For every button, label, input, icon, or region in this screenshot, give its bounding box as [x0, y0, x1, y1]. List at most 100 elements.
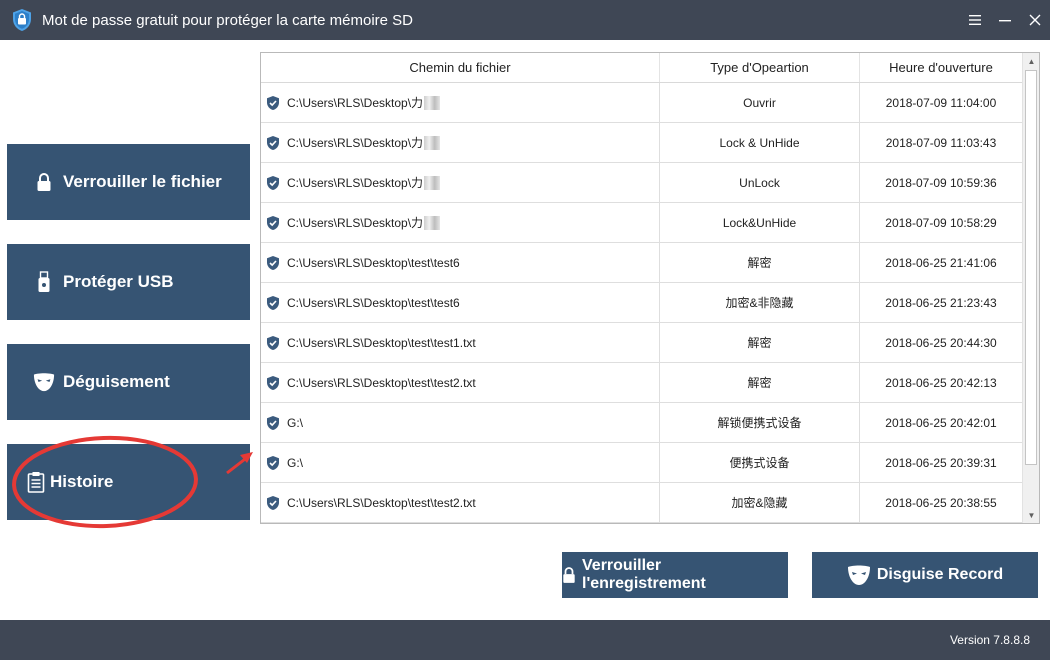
lock-icon: [33, 171, 55, 193]
path-text: C:\Users\RLS\Desktop\力: [287, 96, 424, 110]
shield-icon: [265, 175, 281, 191]
table-row[interactable]: C:\Users\RLS\Desktop\test\test2.txt 解密 201…: [261, 363, 1023, 403]
cell-open-time: 2018-06-25 20:42:13: [860, 363, 1023, 402]
path-text: C:\Users\RLS\Desktop\test\test6: [287, 255, 460, 270]
cell-operation-type: Lock&UnHide: [660, 203, 860, 242]
cell-operation-type: 解密: [660, 363, 860, 402]
path-text: C:\Users\RLS\Desktop\test\test2.txt: [287, 375, 476, 390]
usb-icon: [33, 271, 55, 293]
shield-icon: [265, 455, 281, 471]
table-row[interactable]: G:\ 解锁便携式设备 2018-06-25 20:42:01: [261, 403, 1023, 443]
path-text: C:\Users\RLS\Desktop\力: [287, 216, 424, 230]
blurred-filename: [424, 135, 441, 150]
path-text: C:\Users\RLS\Desktop\test\test1.txt: [287, 335, 476, 350]
table-row[interactable]: C:\Users\RLS\Desktop\力 UnLock 2018-07-09 1…: [261, 163, 1023, 203]
sidebar-item-label: Protéger USB: [63, 272, 174, 291]
table-row[interactable]: C:\Users\RLS\Desktop\test\test2.txt 加密&隐藏…: [261, 483, 1023, 523]
lock-record-label: Verrouiller l'enregistrement: [582, 557, 706, 592]
blurred-filename: [424, 175, 441, 190]
cell-operation-type: Lock & UnHide: [660, 123, 860, 162]
cell-operation-type: 便携式设备: [660, 443, 860, 482]
column-header-open-time[interactable]: Heure d'ouverture: [860, 53, 1023, 82]
cell-path: C:\Users\RLS\Desktop\test\test6: [261, 283, 660, 322]
window-title: Mot de passe gratuit pour protéger la ca…: [42, 11, 414, 29]
path-text: G:\: [287, 455, 304, 470]
table-row[interactable]: C:\Users\RLS\Desktop\test\test6 解密 2018-06…: [261, 243, 1023, 283]
cell-operation-type: 解密: [660, 323, 860, 362]
version-label: Version 7.8.8.8: [949, 633, 1030, 647]
sidebar-item-disguise[interactable]: Déguisement: [7, 344, 250, 420]
disguise-record-label: Disguise Record: [876, 566, 1004, 583]
path-text: C:\Users\RLS\Desktop\力: [287, 176, 424, 190]
table-row[interactable]: C:\Users\RLS\Desktop\test\test1.txt 解密 201…: [261, 323, 1023, 363]
clipboard-icon: [25, 471, 47, 493]
table-row[interactable]: G:\ 便携式设备 2018-06-25 20:39:31: [261, 443, 1023, 483]
cell-open-time: 2018-07-09 10:59:36: [860, 163, 1023, 202]
table-row[interactable]: C:\Users\RLS\Desktop\力 Ouvrir 2018-07-09 1…: [261, 83, 1023, 123]
cell-open-time: 2018-06-25 20:38:55: [860, 483, 1023, 522]
title-bar: Mot de passe gratuit pour protéger la ca…: [0, 0, 1050, 40]
shield-icon: [265, 95, 281, 111]
shield-icon: [265, 335, 281, 351]
cell-path: G:\: [261, 443, 660, 482]
cell-operation-type: Ouvrir: [660, 83, 860, 122]
cell-path: C:\Users\RLS\Desktop\test\test2.txt: [261, 363, 660, 402]
path-text: C:\Users\RLS\Desktop\test\test6: [287, 295, 460, 310]
shield-folder-icon: [13, 9, 31, 31]
minimize-button[interactable]: [990, 0, 1020, 40]
scroll-up-arrow-icon[interactable]: ▲: [1023, 53, 1039, 69]
cell-path: C:\Users\RLS\Desktop\力: [261, 123, 660, 162]
history-table: Chemin du fichier Type d'Opeartion Heure…: [260, 52, 1040, 524]
column-header-operation-type[interactable]: Type d'Opeartion: [660, 53, 860, 82]
vertical-scrollbar[interactable]: ▲ ▼: [1022, 53, 1039, 523]
cell-open-time: 2018-06-25 21:41:06: [860, 243, 1023, 282]
sidebar-item-label: Déguisement: [63, 372, 170, 391]
cell-path: C:\Users\RLS\Desktop\力: [261, 83, 660, 122]
shield-icon: [265, 375, 281, 391]
table-row[interactable]: C:\Users\RLS\Desktop\力 Lock & UnHide 2018-…: [261, 123, 1023, 163]
cell-operation-type: 加密&非隐藏: [660, 283, 860, 322]
table-row[interactable]: C:\Users\RLS\Desktop\test\test6 加密&非隐藏 201…: [261, 283, 1023, 323]
path-text: C:\Users\RLS\Desktop\力: [287, 136, 424, 150]
close-button[interactable]: [1020, 0, 1050, 40]
cell-path: G:\: [261, 403, 660, 442]
shield-icon: [265, 495, 281, 511]
path-text: G:\: [287, 415, 304, 430]
cell-open-time: 2018-06-25 20:42:01: [860, 403, 1023, 442]
cell-operation-type: UnLock: [660, 163, 860, 202]
scroll-thumb[interactable]: [1025, 70, 1037, 465]
cell-path: C:\Users\RLS\Desktop\test\test2.txt: [261, 483, 660, 522]
cell-open-time: 2018-06-25 21:23:43: [860, 283, 1023, 322]
shield-icon: [265, 295, 281, 311]
cell-path: C:\Users\RLS\Desktop\test\test1.txt: [261, 323, 660, 362]
menu-button[interactable]: [960, 0, 990, 40]
sidebar-item-protect-usb[interactable]: Protéger USB: [7, 244, 250, 320]
cell-path: C:\Users\RLS\Desktop\力: [261, 203, 660, 242]
table-body: C:\Users\RLS\Desktop\力 Ouvrir 2018-07-09 1…: [261, 83, 1023, 523]
shield-icon: [265, 215, 281, 231]
cell-operation-type: 加密&隐藏: [660, 483, 860, 522]
minimize-icon: [999, 20, 1011, 22]
shield-icon: [265, 415, 281, 431]
scroll-down-arrow-icon[interactable]: ▼: [1023, 507, 1039, 523]
disguise-record-button[interactable]: Disguise Record: [812, 552, 1038, 598]
cell-open-time: 2018-07-09 11:04:00: [860, 83, 1023, 122]
cell-path: C:\Users\RLS\Desktop\test\test6: [261, 243, 660, 282]
cell-path: C:\Users\RLS\Desktop\力: [261, 163, 660, 202]
close-icon: [1029, 14, 1041, 26]
cell-open-time: 2018-07-09 10:58:29: [860, 203, 1023, 242]
sidebar-item-lock-file[interactable]: Verrouiller le fichier: [7, 144, 250, 220]
cell-open-time: 2018-06-25 20:39:31: [860, 443, 1023, 482]
cell-operation-type: 解密: [660, 243, 860, 282]
path-text: C:\Users\RLS\Desktop\test\test2.txt: [287, 495, 476, 510]
column-header-path[interactable]: Chemin du fichier: [261, 53, 660, 82]
lock-record-button[interactable]: Verrouiller l'enregistrement: [562, 552, 788, 598]
cell-open-time: 2018-06-25 20:44:30: [860, 323, 1023, 362]
table-row[interactable]: C:\Users\RLS\Desktop\力 Lock&UnHide 2018-07…: [261, 203, 1023, 243]
sidebar-item-label: Histoire: [50, 472, 114, 491]
shield-icon: [265, 255, 281, 271]
mask-icon: [33, 371, 55, 393]
hamburger-icon: [969, 15, 981, 25]
sidebar-item-history[interactable]: Histoire: [7, 444, 250, 520]
mask-icon: [847, 564, 871, 586]
